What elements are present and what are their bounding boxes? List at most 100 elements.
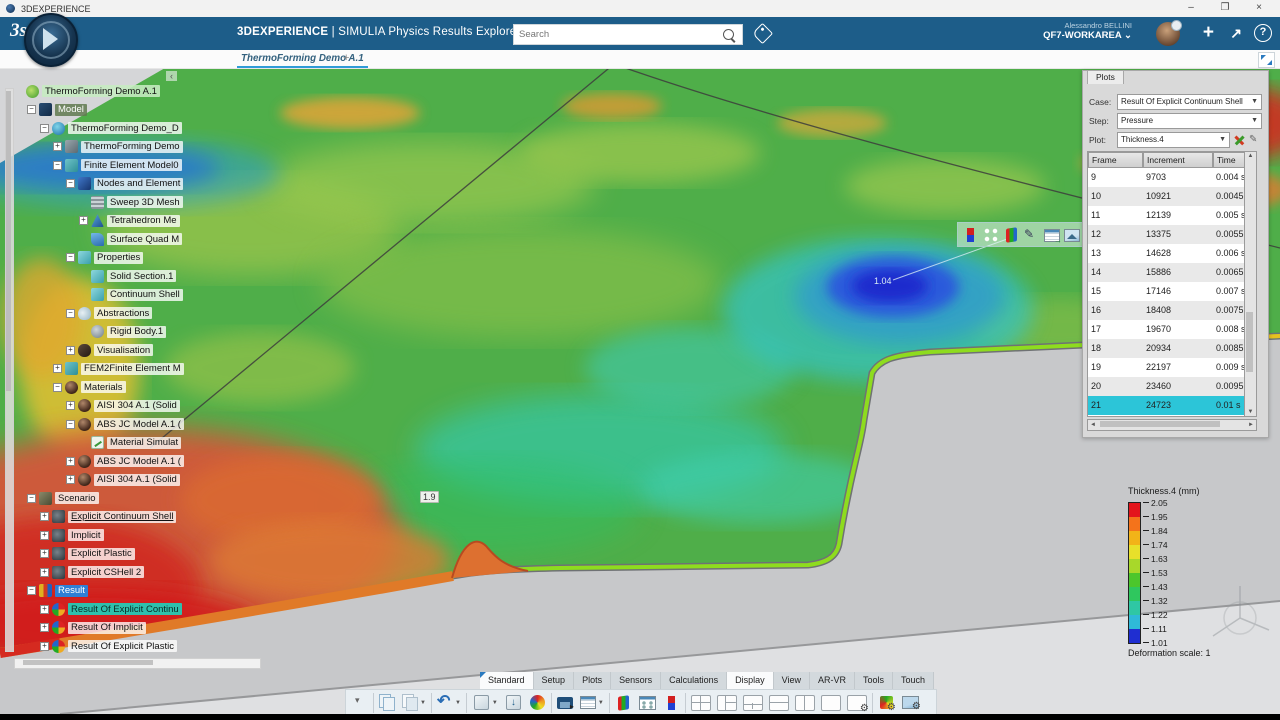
snapshot[interactable] (1064, 229, 1080, 242)
field-dropdown[interactable]: Thickness.4▼ (1117, 132, 1230, 148)
paste-button[interactable]: ▼ (399, 691, 429, 715)
expand-node-icon[interactable]: + (66, 457, 75, 466)
expand-node-icon[interactable]: + (40, 568, 49, 577)
table-row[interactable]: 17196700.008 s (1088, 320, 1256, 339)
tree-collapse-button[interactable]: ‹ (166, 71, 177, 81)
collapse-node-icon[interactable]: − (40, 124, 49, 133)
tree-item[interactable]: Solid Section.1 (14, 267, 264, 286)
table-row[interactable]: 16184080.0075 s (1088, 301, 1256, 320)
table-row[interactable]: 13146280.006 s (1088, 244, 1256, 263)
probe-dots-toggle[interactable] (983, 227, 999, 243)
expand-node-icon[interactable]: + (40, 512, 49, 521)
tree-item[interactable]: Continuum Shell (14, 286, 264, 305)
capture-settings-button[interactable] (898, 691, 923, 715)
tree-item[interactable]: −Properties (14, 249, 264, 268)
scroll-down-icon[interactable]: ▼ (1245, 409, 1256, 415)
tree-item[interactable]: +Result Of Explicit Continu (14, 600, 264, 619)
table-row[interactable]: 10109210.0045 s (1088, 187, 1256, 206)
data-table-button[interactable]: ▼ (576, 691, 607, 715)
tree-item[interactable]: ThermoForming Demo A.1 (14, 82, 264, 101)
field-dropdown[interactable]: Pressure▼ (1117, 113, 1262, 129)
tree-item[interactable]: −Materials (14, 378, 264, 397)
expand-viewport-button[interactable] (1258, 52, 1275, 68)
ribbon-tab-setup[interactable]: Setup (534, 672, 575, 689)
tree-item[interactable]: +Explicit Continuum Shell (14, 508, 264, 527)
ribbon-tab-tools[interactable]: Tools (855, 672, 893, 689)
search-bar[interactable] (513, 24, 743, 45)
ribbon-tab-touch[interactable]: Touch (893, 672, 934, 689)
tree-item[interactable]: −ABS JC Model A.1 ( (14, 415, 264, 434)
frames-table-hscrollbar[interactable]: ◄ ► (1087, 419, 1257, 431)
layout-left-split-button[interactable] (714, 691, 740, 715)
tree-item[interactable]: Surface Quad M (14, 230, 264, 249)
import-result-button[interactable] (501, 691, 526, 715)
tree-item[interactable]: −Finite Element Model0 (14, 156, 264, 175)
layout-settings-button[interactable] (844, 691, 870, 715)
3dexperience-compass-logo[interactable] (24, 13, 78, 67)
edit-plot-icon[interactable]: ✎ (1249, 133, 1262, 146)
tree-item[interactable]: Rigid Body.1 (14, 323, 264, 342)
expand-node-icon[interactable]: + (40, 642, 49, 651)
table-row[interactable]: 11121390.005 s (1088, 206, 1256, 225)
undo-button[interactable]: ▼ (434, 691, 464, 715)
add-content-button[interactable]: + (1203, 23, 1214, 43)
collapse-node-icon[interactable]: − (27, 105, 36, 114)
plots-panel-tab[interactable]: Plots (1087, 70, 1124, 84)
close-button[interactable]: × (1242, 0, 1276, 17)
tree-item[interactable]: +Explicit CSHell 2 (14, 563, 264, 582)
tree-item[interactable]: Sweep 3D Mesh (14, 193, 264, 212)
table-row[interactable]: 14158860.0065 s (1088, 263, 1256, 282)
section-part-button[interactable]: ▼ (469, 691, 501, 715)
tag-icon[interactable] (752, 23, 773, 44)
user-block[interactable]: Alessandro BELLINI QF7-WORKAREA ⌄ (1043, 21, 1132, 42)
tree-item[interactable]: +Tetrahedron Me (14, 212, 264, 231)
scroll-right-icon[interactable]: ► (1248, 422, 1254, 428)
spectrum-toggle[interactable] (967, 228, 974, 242)
collapse-node-icon[interactable]: − (53, 383, 62, 392)
tree-item[interactable]: −Abstractions (14, 304, 264, 323)
table-row[interactable]: 20234600.0095 s (1088, 377, 1256, 396)
field-dropdown[interactable]: Result Of Explicit Continuum Shell▼ (1117, 94, 1262, 110)
column-header[interactable]: Increment (1143, 152, 1213, 168)
tree-item[interactable]: −Result (14, 582, 264, 601)
collapse-node-icon[interactable]: − (53, 161, 62, 170)
share-icon[interactable]: ↗ (1230, 25, 1242, 42)
layout-quad-button[interactable] (688, 691, 714, 715)
plot-contour-button[interactable] (612, 691, 635, 715)
tree-item[interactable]: +AISI 304 A.1 (Solid (14, 471, 264, 490)
expand-node-icon[interactable]: + (40, 623, 49, 632)
tree-item[interactable]: Material Simulat (14, 434, 264, 453)
collapse-node-icon[interactable]: − (66, 420, 75, 429)
tree-item[interactable]: +Implicit (14, 526, 264, 545)
ribbon-tab-calculations[interactable]: Calculations (661, 672, 727, 689)
expand-node-icon[interactable]: + (53, 142, 62, 151)
expand-node-icon[interactable]: + (40, 531, 49, 540)
collapse-node-icon[interactable]: − (27, 586, 36, 595)
ribbon-tab-sensors[interactable]: Sensors (611, 672, 661, 689)
frames-table-vscrollbar[interactable]: ▲ ▼ (1244, 151, 1257, 417)
toolbar-overflow[interactable] (348, 691, 371, 715)
expand-node-icon[interactable]: + (40, 605, 49, 614)
new-tab-button[interactable]: + (343, 52, 349, 64)
tree-item[interactable]: +Explicit Plastic (14, 545, 264, 564)
help-button[interactable]: ? (1254, 24, 1272, 42)
tree-item[interactable]: +Result Of Implicit (14, 619, 264, 638)
table-row[interactable]: 997030.004 s (1088, 168, 1256, 187)
table-row[interactable]: 19221970.009 s (1088, 358, 1256, 377)
search-icon[interactable] (723, 29, 734, 40)
annotate-pencil[interactable] (1024, 227, 1040, 243)
table-row[interactable]: 21247230.01 s (1088, 396, 1256, 415)
tree-item[interactable]: +ABS JC Model A.1 ( (14, 452, 264, 471)
tree-item[interactable]: −Model (14, 101, 264, 120)
frames-table-header[interactable]: FrameIncrementTime (1088, 152, 1256, 168)
export-table[interactable] (1044, 229, 1060, 242)
layout-single-button[interactable] (818, 691, 844, 715)
contour-toggle[interactable] (1006, 227, 1017, 243)
layout-bottom-split-button[interactable] (740, 691, 766, 715)
tree-item[interactable]: +FEM2Finite Element M (14, 360, 264, 379)
tree-item[interactable]: +Result Of Explicit Plastic (14, 637, 264, 656)
tree-item[interactable]: −Nodes and Element (14, 175, 264, 194)
maximize-button[interactable]: ❐ (1208, 0, 1242, 17)
collapse-node-icon[interactable]: − (66, 253, 75, 262)
expand-node-icon[interactable]: + (79, 216, 88, 225)
